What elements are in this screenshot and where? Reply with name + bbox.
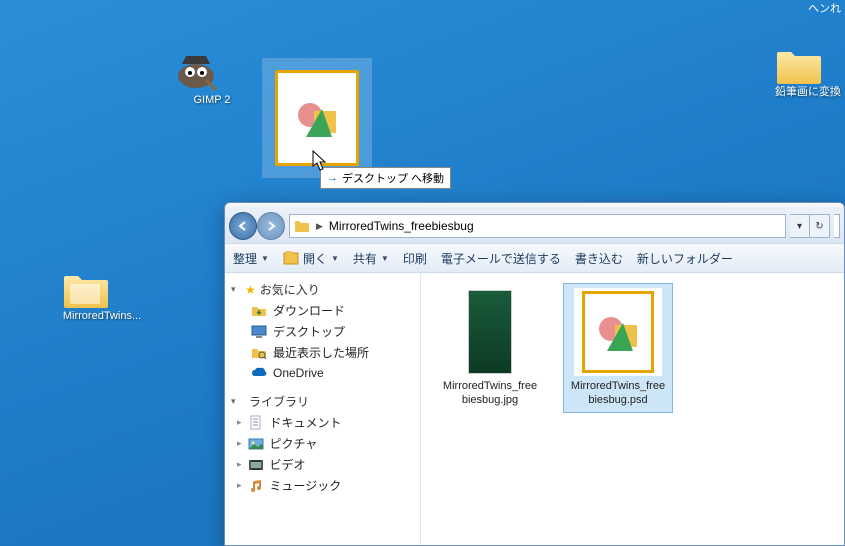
downloads-icon (251, 303, 267, 319)
drag-tooltip-text: デスクトップ へ移動 (342, 170, 444, 186)
drag-thumbnail-icon (275, 70, 359, 166)
folder-icon (62, 270, 110, 310)
desktop-icon-folder-pencil[interactable]: 鉛筆画に変換 (775, 46, 841, 99)
address-bar[interactable]: ▶ MirroredTwins_freebiesbug (289, 214, 786, 238)
file-name: MirroredTwins_freebiesbug.jpg (440, 380, 540, 408)
toolbar-label: 開く (303, 250, 327, 267)
toolbar-label: 書き込む (575, 250, 623, 267)
toolbar-open[interactable]: 開く ▼ (283, 250, 339, 267)
sidebar-item-label: ダウンロード (273, 302, 345, 319)
toolbar-organize[interactable]: 整理 ▼ (233, 250, 269, 267)
nav-forward-button[interactable] (257, 212, 285, 240)
toolbar-burn[interactable]: 書き込む (575, 250, 623, 267)
chevron-down-icon: ▾ (797, 221, 802, 232)
sidebar-item-music[interactable]: ▸ ミュージック (225, 475, 420, 496)
sidebar-group-label: ライブラリ (249, 393, 309, 410)
drag-preview (262, 58, 372, 178)
toolbar-print[interactable]: 印刷 (403, 250, 427, 267)
folder-small-icon (294, 219, 310, 233)
arrow-left-icon (237, 220, 249, 232)
sidebar-item-label: 最近表示した場所 (273, 344, 369, 361)
star-icon: ★ (245, 283, 256, 297)
sidebar-group-favorites: ▾ ★ お気に入り ダウンロード デスクトップ 最近表示した場所 OneDriv… (225, 279, 420, 383)
toolbar-label: 共有 (353, 250, 377, 267)
sidebar-group-libraries: ▾ ライブラリ ▸ ドキュメント ▸ ピクチャ ▸ ビデオ ▸ ミュージック (225, 391, 420, 496)
sidebar-group-label: お気に入り (260, 281, 320, 298)
sidebar-item-label: ピクチャ (270, 435, 318, 452)
partial-label: ヘンれ (808, 0, 841, 16)
file-content-area[interactable]: MirroredTwins_freebiesbug.jpg MirroredTw… (421, 273, 844, 545)
sidebar-item-desktop[interactable]: デスクトップ (225, 321, 420, 342)
desktop-icon-label: 鉛筆画に変換 (775, 86, 841, 99)
address-dropdown-button[interactable]: ▾ (790, 214, 810, 238)
onedrive-icon (251, 365, 267, 381)
gimp-app-icon (172, 46, 220, 94)
sidebar-item-label: ミュージック (270, 477, 342, 494)
sidebar[interactable]: ▾ ★ お気に入り ダウンロード デスクトップ 最近表示した場所 OneDriv… (225, 273, 421, 545)
file-name: MirroredTwins_freebiesbug.psd (568, 380, 668, 408)
chevron-down-icon: ▼ (381, 254, 389, 263)
desktop-icon-folder-mirrored[interactable]: MirroredTwins... (62, 270, 142, 323)
toolbar-email[interactable]: 電子メールで送信する (441, 250, 561, 267)
chevron-right-icon: ▸ (237, 480, 242, 491)
toolbar-new-folder[interactable]: 新しいフォルダー (637, 250, 733, 267)
sidebar-item-videos[interactable]: ▸ ビデオ (225, 454, 420, 475)
pictures-icon (248, 436, 264, 452)
documents-icon (248, 415, 264, 431)
chevron-down-icon: ▼ (261, 254, 269, 263)
sidebar-item-label: OneDrive (273, 366, 324, 380)
desktop-icon-gimp[interactable]: GIMP 2 (172, 46, 252, 107)
file-item-jpg[interactable]: MirroredTwins_freebiesbug.jpg (435, 283, 545, 413)
chevron-right-icon: ▸ (237, 417, 242, 428)
toolbar-label: 印刷 (403, 250, 427, 267)
search-box-edge[interactable] (834, 214, 840, 238)
breadcrumb-separator-icon: ▶ (316, 221, 323, 232)
music-icon (248, 478, 264, 494)
folder-icon (775, 46, 823, 86)
sidebar-item-pictures[interactable]: ▸ ピクチャ (225, 433, 420, 454)
sidebar-item-downloads[interactable]: ダウンロード (225, 300, 420, 321)
sidebar-item-documents[interactable]: ▸ ドキュメント (225, 412, 420, 433)
chevron-down-icon: ▼ (331, 254, 339, 263)
explorer-window[interactable]: ▶ MirroredTwins_freebiesbug ▾ ↻ 整理 ▼ 開く ▼ … (224, 202, 845, 546)
chevron-right-icon: ▸ (237, 459, 242, 470)
address-refresh-button[interactable]: ↻ (810, 214, 830, 238)
sidebar-head-favorites[interactable]: ▾ ★ お気に入り (225, 279, 420, 300)
refresh-icon: ↻ (815, 221, 823, 232)
sidebar-item-recent[interactable]: 最近表示した場所 (225, 342, 420, 363)
toolbar-share[interactable]: 共有 ▼ (353, 250, 389, 267)
sidebar-item-label: ドキュメント (270, 414, 342, 431)
toolbar-label: 整理 (233, 250, 257, 267)
chevron-down-icon: ▾ (231, 284, 241, 295)
chevron-down-icon: ▾ (231, 396, 241, 407)
file-thumb-jpg (446, 288, 534, 376)
address-path: MirroredTwins_freebiesbug (329, 219, 474, 233)
arrow-right-icon (265, 220, 277, 232)
toolbar: 整理 ▼ 開く ▼ 共有 ▼ 印刷 電子メールで送信する 書き込む 新しいフォルダー (225, 243, 844, 273)
nav-bar: ▶ MirroredTwins_freebiesbug ▾ ↻ (225, 209, 844, 243)
desktop-icon-label: MirroredTwins... (62, 310, 142, 323)
videos-icon (248, 457, 264, 473)
sidebar-item-onedrive[interactable]: OneDrive (225, 363, 420, 383)
toolbar-label: 新しいフォルダー (637, 250, 733, 267)
open-icon (283, 250, 299, 266)
recent-icon (251, 345, 267, 361)
sidebar-item-label: ビデオ (270, 456, 306, 473)
nav-back-button[interactable] (229, 212, 257, 240)
move-arrow-icon: → (327, 172, 338, 184)
sidebar-head-libraries[interactable]: ▾ ライブラリ (225, 391, 420, 412)
sidebar-item-label: デスクトップ (273, 323, 345, 340)
file-item-psd[interactable]: MirroredTwins_freebiesbug.psd (563, 283, 673, 413)
file-thumb-psd (574, 288, 662, 376)
chevron-right-icon: ▸ (237, 438, 242, 449)
desktop-icon-label: GIMP 2 (172, 94, 252, 107)
drag-tooltip: → デスクトップ へ移動 (320, 167, 451, 189)
toolbar-label: 電子メールで送信する (441, 250, 561, 267)
desktop-icon (251, 324, 267, 340)
